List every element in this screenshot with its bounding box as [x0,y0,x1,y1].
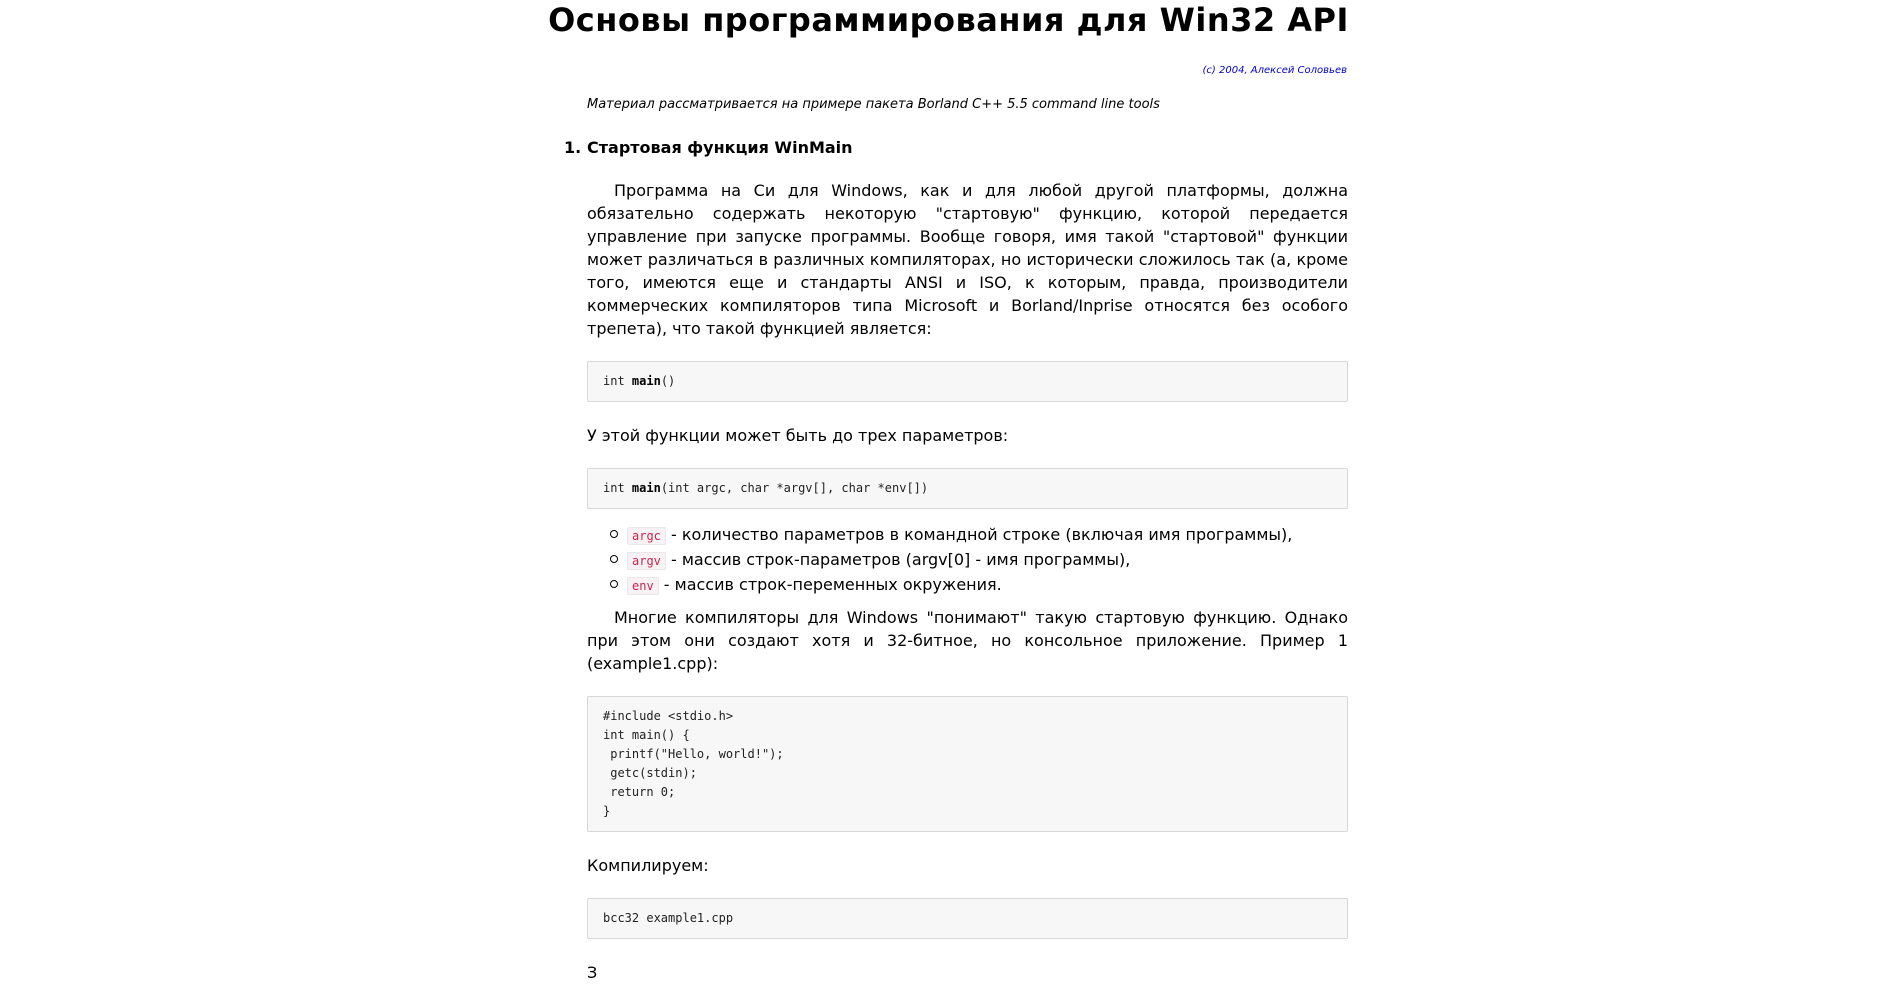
code-block-example1: #include <stdio.h> int main() { printf("… [587,696,1348,832]
param-description: - массив строк-параметров (argv[0] - имя… [665,550,1131,569]
article-content: Материал рассматривается на примере паке… [564,96,1348,984]
intro-paragraph: Программа на Си для Windows, как и для л… [587,181,1348,338]
code-block-compile-command: bcc32 example1.cpp [587,898,1348,939]
param-name: env [627,577,659,595]
page-title: Основы программирования для Win32 API [548,1,1349,39]
circle-bullet-icon [610,580,618,588]
params-list: argc - количество параметров в командной… [587,523,1348,598]
section-heading-text: Стартовая функция WinMain [587,138,853,157]
param-description: - количество параметров в командной стро… [665,525,1293,544]
param-description: - массив строк-переменных окружения. [658,575,1002,594]
compile-label: Компилируем: [587,856,709,875]
circle-bullet-icon [610,555,618,563]
param-name: argv [627,552,666,570]
copyright-note: (c) 2004, Алексей Соловьев [1202,65,1347,76]
code-function-name: main [631,374,661,388]
code-block-main-params: int main(int argc, char *argv[], char *e… [587,468,1348,509]
section-heading: 1. Стартовая функция WinMain [564,137,1348,159]
code-block-main-signature: int main() [587,361,1348,402]
truncated-paragraph: З [587,963,598,982]
circle-bullet-icon [610,530,618,538]
code-args: (int argc, char *argv[], char *env[]) [660,481,929,495]
code-keyword: int [603,481,632,495]
code-args: () [660,374,676,388]
list-item: argv - массив строк-параметров (argv[0] … [610,548,1348,573]
code-function-name: main [631,481,661,495]
param-name: argc [627,527,666,545]
list-item: argc - количество параметров в командной… [610,523,1348,548]
section-number: 1. [564,138,582,157]
code-keyword: int [603,374,632,388]
list-item: env - массив строк-переменных окружения. [610,573,1348,598]
subtitle: Материал рассматривается на примере паке… [587,97,1160,112]
compilers-paragraph: Многие компиляторы для Windows "понимают… [587,608,1348,673]
params-intro: У этой функции может быть до трех параме… [587,426,1009,445]
